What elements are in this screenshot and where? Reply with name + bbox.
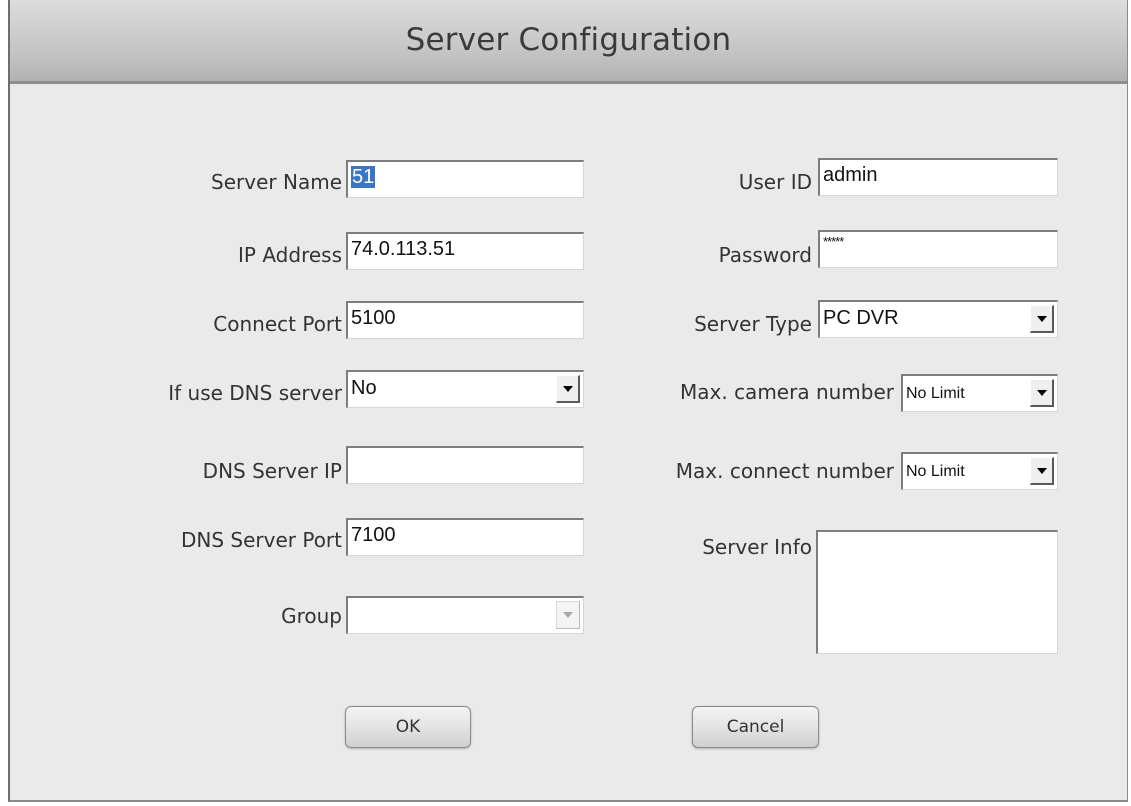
ok-button[interactable]: OK	[345, 706, 471, 748]
use-dns-value: No	[351, 377, 377, 399]
server-type-value: PC DVR	[823, 307, 899, 329]
ip-address-input[interactable]: 74.0.113.51	[346, 232, 584, 270]
dns-port-label: DNS Server Port	[180, 528, 342, 552]
group-label: Group	[281, 604, 342, 628]
title-bar: Server Configuration	[10, 0, 1127, 84]
max-camera-value: No Limit	[906, 385, 965, 402]
server-info-label: Server Info	[702, 535, 812, 559]
password-label: Password	[718, 243, 812, 267]
dns-ip-input[interactable]	[346, 446, 584, 484]
connect-port-input[interactable]: 5100	[346, 301, 584, 339]
max-camera-select[interactable]: No Limit	[901, 374, 1058, 412]
ip-address-label: IP Address	[238, 243, 342, 267]
server-name-value: 51	[351, 166, 376, 188]
use-dns-select[interactable]: No	[346, 370, 584, 408]
chevron-down-icon[interactable]	[1030, 305, 1054, 333]
cancel-button[interactable]: Cancel	[692, 706, 819, 748]
server-type-select[interactable]: PC DVR	[818, 300, 1058, 338]
chevron-down-icon[interactable]	[556, 375, 580, 403]
use-dns-label: If use DNS server	[168, 381, 342, 405]
chevron-down-icon[interactable]	[556, 601, 580, 629]
dns-port-input[interactable]: 7100	[346, 518, 584, 556]
max-connect-value: No Limit	[906, 463, 965, 480]
server-name-label: Server Name	[211, 170, 342, 194]
connect-port-label: Connect Port	[213, 312, 342, 336]
dialog-title: Server Configuration	[405, 22, 732, 58]
server-config-dialog: Server Configuration Server Name 51 IP A…	[8, 0, 1128, 802]
password-input[interactable]: *****	[818, 230, 1058, 268]
max-connect-label: Max. connect number	[675, 459, 894, 483]
chevron-down-icon[interactable]	[1030, 379, 1054, 407]
chevron-down-icon[interactable]	[1030, 457, 1054, 485]
user-id-label: User ID	[738, 170, 812, 194]
user-id-input[interactable]: admin	[818, 158, 1058, 196]
server-info-textarea[interactable]	[816, 530, 1058, 654]
max-camera-label: Max. camera number	[680, 380, 894, 404]
server-type-label: Server Type	[694, 312, 812, 336]
max-connect-select[interactable]: No Limit	[901, 452, 1058, 490]
server-name-input[interactable]: 51	[346, 160, 584, 198]
group-select[interactable]	[346, 596, 584, 634]
dns-ip-label: DNS Server IP	[202, 459, 342, 483]
